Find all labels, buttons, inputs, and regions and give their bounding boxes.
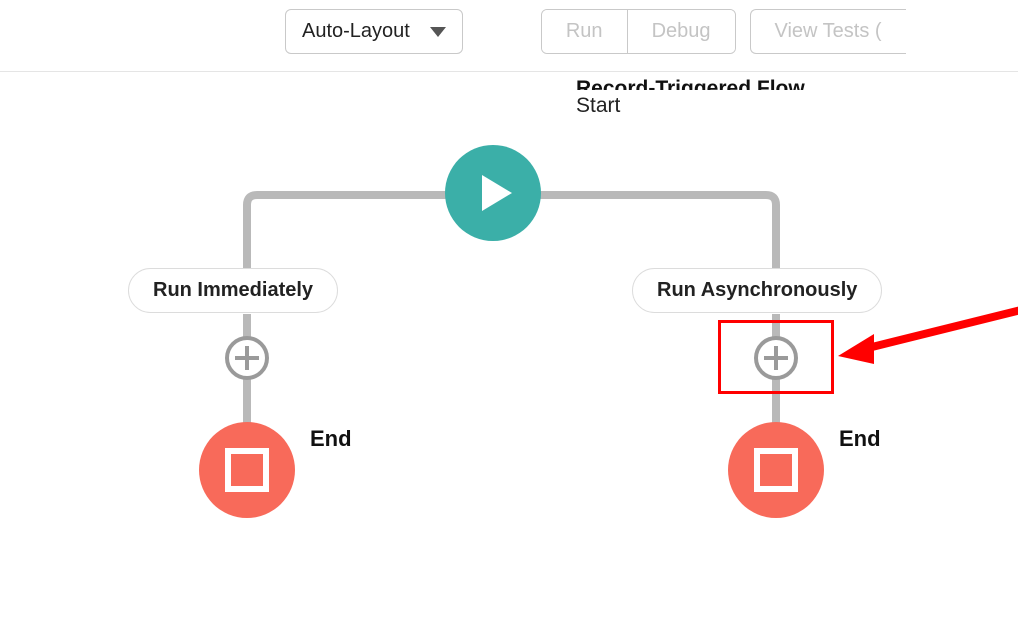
annotation-arrow-icon — [834, 302, 1018, 382]
end-label-right: End — [839, 426, 881, 452]
branch-label-run-immediately[interactable]: Run Immediately — [128, 268, 338, 313]
end-node-left[interactable] — [199, 422, 295, 518]
play-icon — [482, 175, 512, 211]
end-label-left: End — [310, 426, 352, 452]
annotation-highlight-box — [718, 320, 834, 394]
start-node[interactable] — [445, 145, 541, 241]
end-node-right[interactable] — [728, 422, 824, 518]
add-element-left[interactable] — [225, 336, 269, 380]
flow-canvas: Run Immediately Run Asynchronously End E… — [0, 0, 1018, 642]
stop-icon — [754, 448, 798, 492]
stop-icon — [225, 448, 269, 492]
